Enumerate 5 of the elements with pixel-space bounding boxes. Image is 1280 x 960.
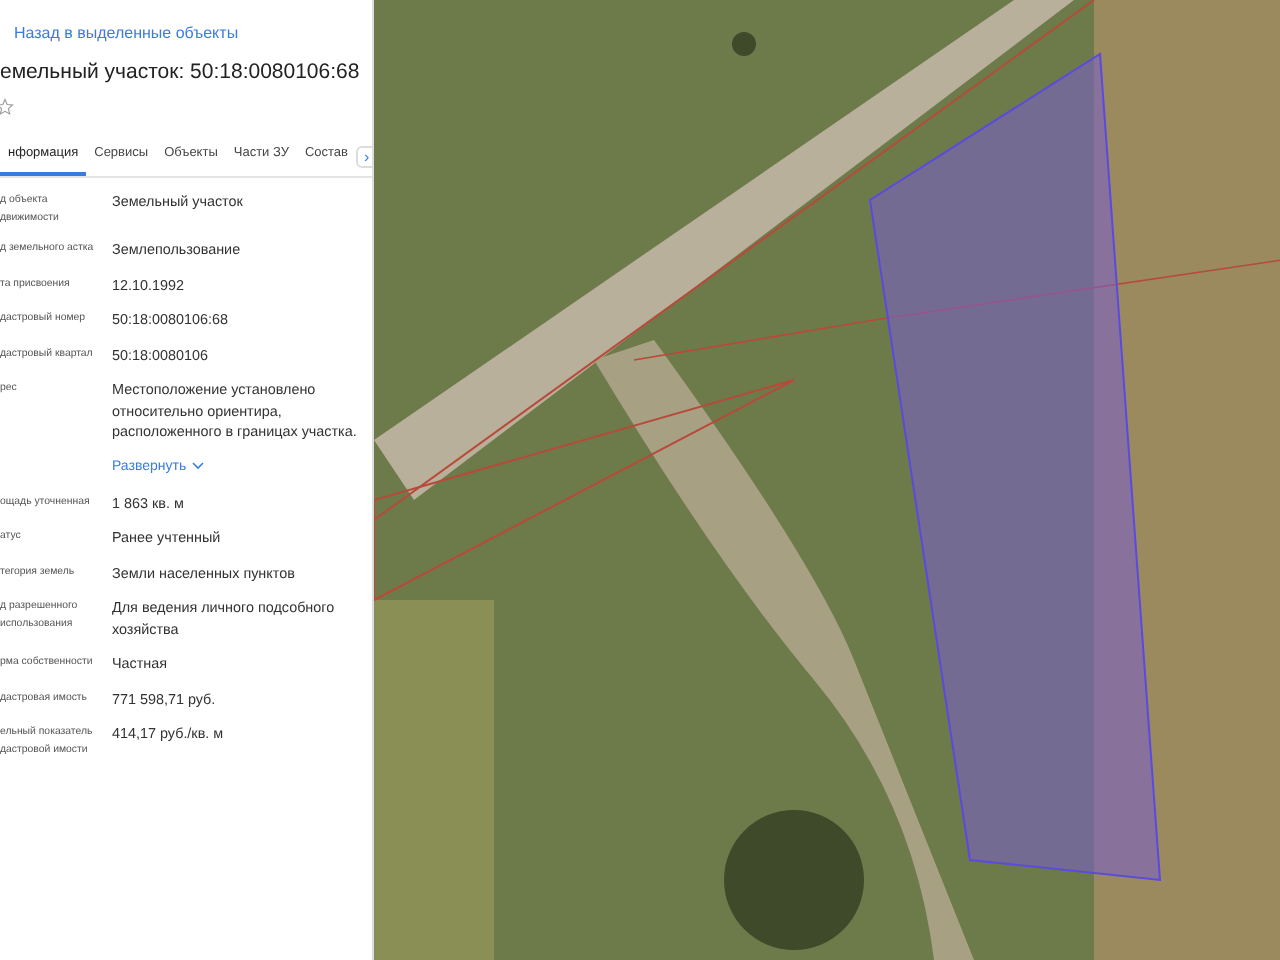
parcel-title: емельный участок: 50:18:0080106:68: [0, 60, 362, 84]
chevron-down-icon: [192, 462, 205, 470]
star-icon[interactable]: [0, 98, 14, 116]
tabs-next-button[interactable]: ›: [356, 146, 372, 168]
back-link[interactable]: Назад в выделенные объекты: [0, 0, 372, 42]
